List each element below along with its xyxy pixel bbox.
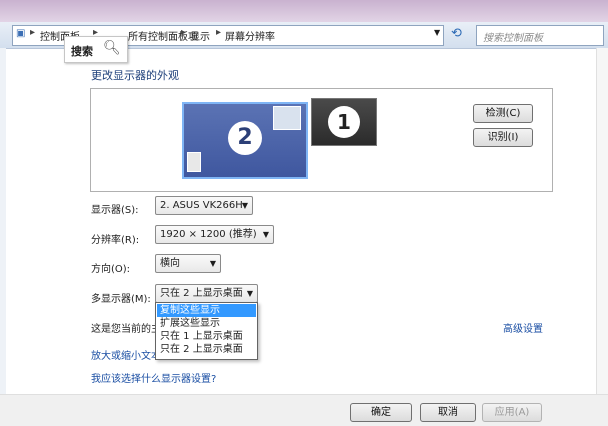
breadcrumb-resolution[interactable]: 屏幕分辨率 xyxy=(225,28,275,43)
search-placeholder: 搜索控制面板 xyxy=(483,33,543,44)
cancel-button[interactable]: 取消 xyxy=(420,403,476,422)
chevron-down-icon: ▼ xyxy=(209,259,216,268)
which-settings-link[interactable]: 我应该选择什么显示器设置? xyxy=(91,370,216,385)
dropdown-option-only-2[interactable]: 只在 2 上显示桌面 xyxy=(157,343,256,356)
chevron-down-icon: ▼ xyxy=(262,230,269,239)
window-thumbnail xyxy=(273,106,301,130)
control-panel-icon: ▣ xyxy=(16,28,26,39)
resolution-value: 1920 × 1200 (推荐) xyxy=(160,229,257,240)
chevron-down-icon: ▼ xyxy=(241,201,248,210)
refresh-icon[interactable]: ⟲ xyxy=(451,26,462,41)
apply-button[interactable]: 应用(A) xyxy=(482,403,542,422)
scrollbar[interactable] xyxy=(596,48,608,394)
monitor-1-tile[interactable]: 1 xyxy=(311,98,377,146)
multi-display-label: 多显示器(M): xyxy=(91,294,151,305)
orientation-select[interactable]: 横向 ▼ xyxy=(155,254,221,273)
search-icon: 🔍︎ xyxy=(103,40,121,56)
display-label: 显示器(S): xyxy=(91,205,139,216)
resolution-select[interactable]: 1920 × 1200 (推荐) ▼ xyxy=(155,225,274,244)
display-value: 2. ASUS VK266H xyxy=(160,200,243,211)
breadcrumb-arrow-icon[interactable]: ▸ xyxy=(181,27,186,38)
breadcrumb-arrow-icon[interactable]: ▸ xyxy=(216,27,221,38)
chevron-down-icon[interactable]: ▼ xyxy=(434,28,440,37)
identify-button[interactable]: 识别(I) xyxy=(473,128,533,147)
breadcrumb-all-items[interactable]: 所有控制面板项 xyxy=(128,28,198,43)
dropdown-option-extend[interactable]: 扩展这些显示 xyxy=(157,317,256,330)
search-popup-label: 搜索 xyxy=(71,45,93,58)
breadcrumb-arrow-icon[interactable]: ▸ xyxy=(30,27,35,38)
window-title-strip xyxy=(0,0,608,22)
detect-button[interactable]: 检测(C) xyxy=(473,104,533,123)
orientation-value: 横向 xyxy=(160,258,180,269)
ok-button[interactable]: 确定 xyxy=(350,403,412,422)
search-input[interactable]: 搜索控制面板 xyxy=(476,25,604,46)
monitor-number-badge: 2 xyxy=(228,121,262,155)
multi-display-value: 只在 2 上显示桌面 xyxy=(160,288,243,299)
search-popup[interactable]: 搜索 🔍︎ xyxy=(64,36,128,63)
resolution-label: 分辨率(R): xyxy=(91,235,140,246)
advanced-settings-link[interactable]: 高级设置 xyxy=(503,320,543,335)
window-thumbnail xyxy=(187,152,201,172)
breadcrumb-display[interactable]: 显示 xyxy=(190,28,210,43)
dropdown-option-duplicate[interactable]: 复制这些显示 xyxy=(157,304,256,317)
dropdown-option-only-1[interactable]: 只在 1 上显示桌面 xyxy=(157,330,256,343)
monitor-number-badge: 1 xyxy=(328,106,360,138)
chevron-down-icon: ▼ xyxy=(246,289,253,298)
text-size-link[interactable]: 放大或缩小文本 xyxy=(91,347,161,362)
page-title: 更改显示器的外观 xyxy=(91,69,179,82)
primary-display-text: 这是您当前的主 xyxy=(91,324,161,335)
monitor-2-tile[interactable]: 2 xyxy=(182,102,308,179)
display-select[interactable]: 2. ASUS VK266H ▼ xyxy=(155,196,253,215)
multi-display-dropdown: 复制这些显示 扩展这些显示 只在 1 上显示桌面 只在 2 上显示桌面 xyxy=(155,302,258,360)
orientation-label: 方向(O): xyxy=(91,264,131,275)
multi-display-select[interactable]: 只在 2 上显示桌面 ▼ xyxy=(155,284,258,303)
left-border xyxy=(0,48,6,394)
